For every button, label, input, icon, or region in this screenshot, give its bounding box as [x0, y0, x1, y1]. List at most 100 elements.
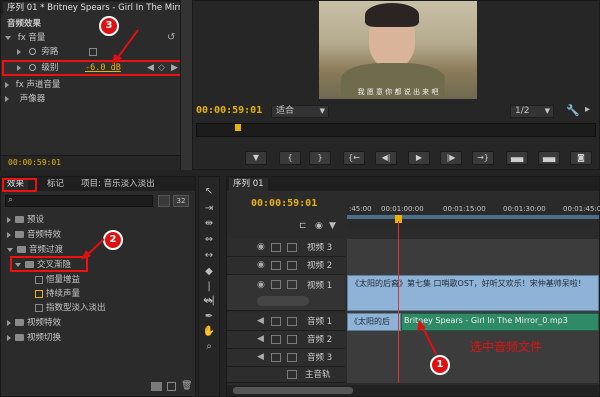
- eye-icon[interactable]: ◉: [257, 280, 265, 290]
- lock-toggle[interactable]: [271, 280, 281, 289]
- effect-row-channel-volume[interactable]: fx 声道音量: [5, 79, 60, 91]
- add-marker-button[interactable]: ▼: [245, 151, 267, 165]
- eye-icon[interactable]: ◉: [257, 242, 265, 252]
- lock-toggle[interactable]: [271, 261, 281, 270]
- track-toggle[interactable]: [287, 335, 297, 344]
- effect-row-bypass[interactable]: 旁路: [17, 46, 58, 58]
- lock-toggle[interactable]: [271, 243, 281, 252]
- track-header-audio-2[interactable]: ◀ 音频 2: [227, 331, 345, 349]
- go-to-out-button[interactable]: →}: [472, 151, 494, 165]
- stopwatch-icon[interactable]: [28, 48, 36, 55]
- keyframe-display-icon[interactable]: [257, 296, 309, 306]
- track-toggle[interactable]: [287, 280, 297, 289]
- pen-tool-icon[interactable]: ✒: [202, 310, 216, 324]
- expand-icon[interactable]: [17, 48, 21, 55]
- effect-controls-timecode[interactable]: 00:00:59:01: [8, 158, 61, 167]
- go-to-in-button[interactable]: {←: [343, 151, 365, 165]
- collapse-icon[interactable]: [5, 35, 11, 40]
- expand-icon[interactable]: [5, 81, 9, 88]
- expand-icon[interactable]: [5, 95, 9, 102]
- tree-item-audio-effects[interactable]: 音频特效: [7, 229, 61, 241]
- tree-item-presets[interactable]: 预设: [7, 214, 44, 226]
- program-timecode[interactable]: 00:00:59:01: [196, 105, 262, 116]
- effect-row-volume[interactable]: fx 音量: [5, 32, 45, 44]
- timeline-scrollbar[interactable]: [227, 385, 599, 396]
- rate-stretch-tool-icon[interactable]: ↔: [202, 249, 216, 263]
- trash-icon[interactable]: 🗑: [181, 381, 192, 391]
- add-keyframe-icon[interactable]: ◇: [158, 63, 165, 73]
- next-keyframe-icon[interactable]: ▶: [171, 63, 178, 73]
- add-marker-icon[interactable]: ◉: [315, 221, 323, 231]
- wrench-icon[interactable]: 🔧: [566, 104, 580, 117]
- work-area-bar[interactable]: [347, 215, 599, 219]
- track-header-audio-1[interactable]: ◀ 音频 1: [227, 313, 345, 331]
- tab-project[interactable]: 项目: 音乐淡入淡出: [77, 178, 159, 191]
- export-frame-button[interactable]: ◙: [570, 151, 592, 165]
- new-bin-icon[interactable]: [151, 382, 162, 391]
- fit-dropdown[interactable]: 适合 ▼: [271, 105, 329, 118]
- track-toggle[interactable]: [287, 243, 297, 252]
- mark-in-button[interactable]: {: [279, 151, 301, 165]
- tree-item-video-effects[interactable]: 视频特效: [7, 317, 61, 329]
- step-forward-button[interactable]: |▶: [440, 151, 462, 165]
- tree-item-video-transitions[interactable]: 视频切换: [7, 332, 61, 344]
- program-scrub-bar[interactable]: [196, 123, 596, 137]
- rolling-edit-tool-icon[interactable]: ⇔: [202, 233, 216, 247]
- lock-toggle[interactable]: [271, 353, 281, 362]
- track-toggle[interactable]: [287, 317, 297, 326]
- hand-tool-icon[interactable]: ✋: [202, 325, 216, 339]
- timeline-timecode[interactable]: 00:00:59:01: [251, 198, 317, 209]
- tab-markers[interactable]: 标记: [43, 178, 68, 191]
- reset-icon[interactable]: ↺: [167, 32, 175, 43]
- eye-icon[interactable]: ◉: [257, 260, 265, 270]
- effect-row-panner[interactable]: 声像器: [5, 93, 45, 105]
- tab-sequence-effects[interactable]: 序列 01 * Britney Spears - Girl In The Mir…: [3, 2, 202, 15]
- tree-item-constant-gain[interactable]: 恒量增益: [35, 274, 80, 286]
- step-back-button[interactable]: ◀|: [375, 151, 397, 165]
- razor-tool-icon[interactable]: ◆: [202, 265, 216, 279]
- track-select-tool-icon[interactable]: ⇥: [202, 202, 216, 216]
- playhead-marker[interactable]: [235, 124, 241, 131]
- effects-search-input[interactable]: ⌕: [5, 195, 153, 207]
- settings-icon[interactable]: ▼: [329, 221, 336, 231]
- speaker-icon[interactable]: ◀: [257, 316, 264, 326]
- track-header-audio-3[interactable]: ◀ 音频 3: [227, 349, 345, 367]
- mark-out-button[interactable]: }: [309, 151, 331, 165]
- scroll-thumb[interactable]: [233, 387, 353, 394]
- lift-button[interactable]: ▄▄: [506, 151, 528, 165]
- track-header-video-1[interactable]: ◉ 视频 1: [227, 275, 345, 311]
- ripple-edit-tool-icon[interactable]: ⇹: [202, 217, 216, 231]
- track-toggle[interactable]: [287, 353, 297, 362]
- zoom-tool-icon[interactable]: ⌕: [202, 340, 216, 354]
- bypass-checkbox[interactable]: [89, 48, 97, 56]
- 32bit-badge[interactable]: 32: [173, 195, 189, 207]
- slip-tool-icon[interactable]: |↔|: [202, 280, 216, 306]
- lock-toggle[interactable]: [271, 335, 281, 344]
- slide-tool-icon[interactable]: ↔: [202, 295, 216, 309]
- tab-sequence-01[interactable]: 序列 01: [229, 178, 268, 191]
- audio-clip-a[interactable]: 《太阳的后: [347, 313, 401, 331]
- track-toggle[interactable]: [287, 370, 297, 379]
- speaker-icon[interactable]: ◀: [257, 334, 264, 344]
- video-clip[interactable]: 《太阳的后裔》第七集 口哨歌OST，好听又欢乐！宋仲基帅呆啦！: [347, 275, 599, 311]
- prev-keyframe-icon[interactable]: ◀: [147, 63, 154, 73]
- new-item-icon[interactable]: [167, 382, 176, 391]
- track-header-master[interactable]: 主音轨: [227, 367, 345, 383]
- track-lanes[interactable]: [347, 239, 599, 383]
- track-header-video-3[interactable]: ◉ 视频 3: [227, 239, 345, 257]
- play-button[interactable]: ▶: [408, 151, 430, 165]
- tree-item-exponential-fade[interactable]: 指数型淡入淡出: [35, 302, 106, 314]
- panel-divider[interactable]: [180, 0, 192, 170]
- snap-icon[interactable]: ⊏: [299, 221, 307, 231]
- resolution-dropdown[interactable]: 1/2 ▼: [510, 105, 554, 118]
- tree-item-constant-power[interactable]: 持续声量: [35, 288, 80, 300]
- expand-panel-icon[interactable]: ▸: [585, 104, 590, 115]
- tree-item-audio-transitions[interactable]: 音频过渡: [7, 244, 63, 256]
- extract-button[interactable]: ▄▄: [538, 151, 560, 165]
- time-ruler[interactable]: :45:00 00:01:00:00 00:01:15:00 00:01:30:…: [347, 201, 600, 229]
- track-header-video-2[interactable]: ◉ 视频 2: [227, 257, 345, 275]
- speaker-icon[interactable]: ◀: [257, 352, 264, 362]
- track-toggle[interactable]: [287, 261, 297, 270]
- lock-toggle[interactable]: [271, 317, 281, 326]
- selection-tool-icon[interactable]: ↖: [202, 185, 216, 199]
